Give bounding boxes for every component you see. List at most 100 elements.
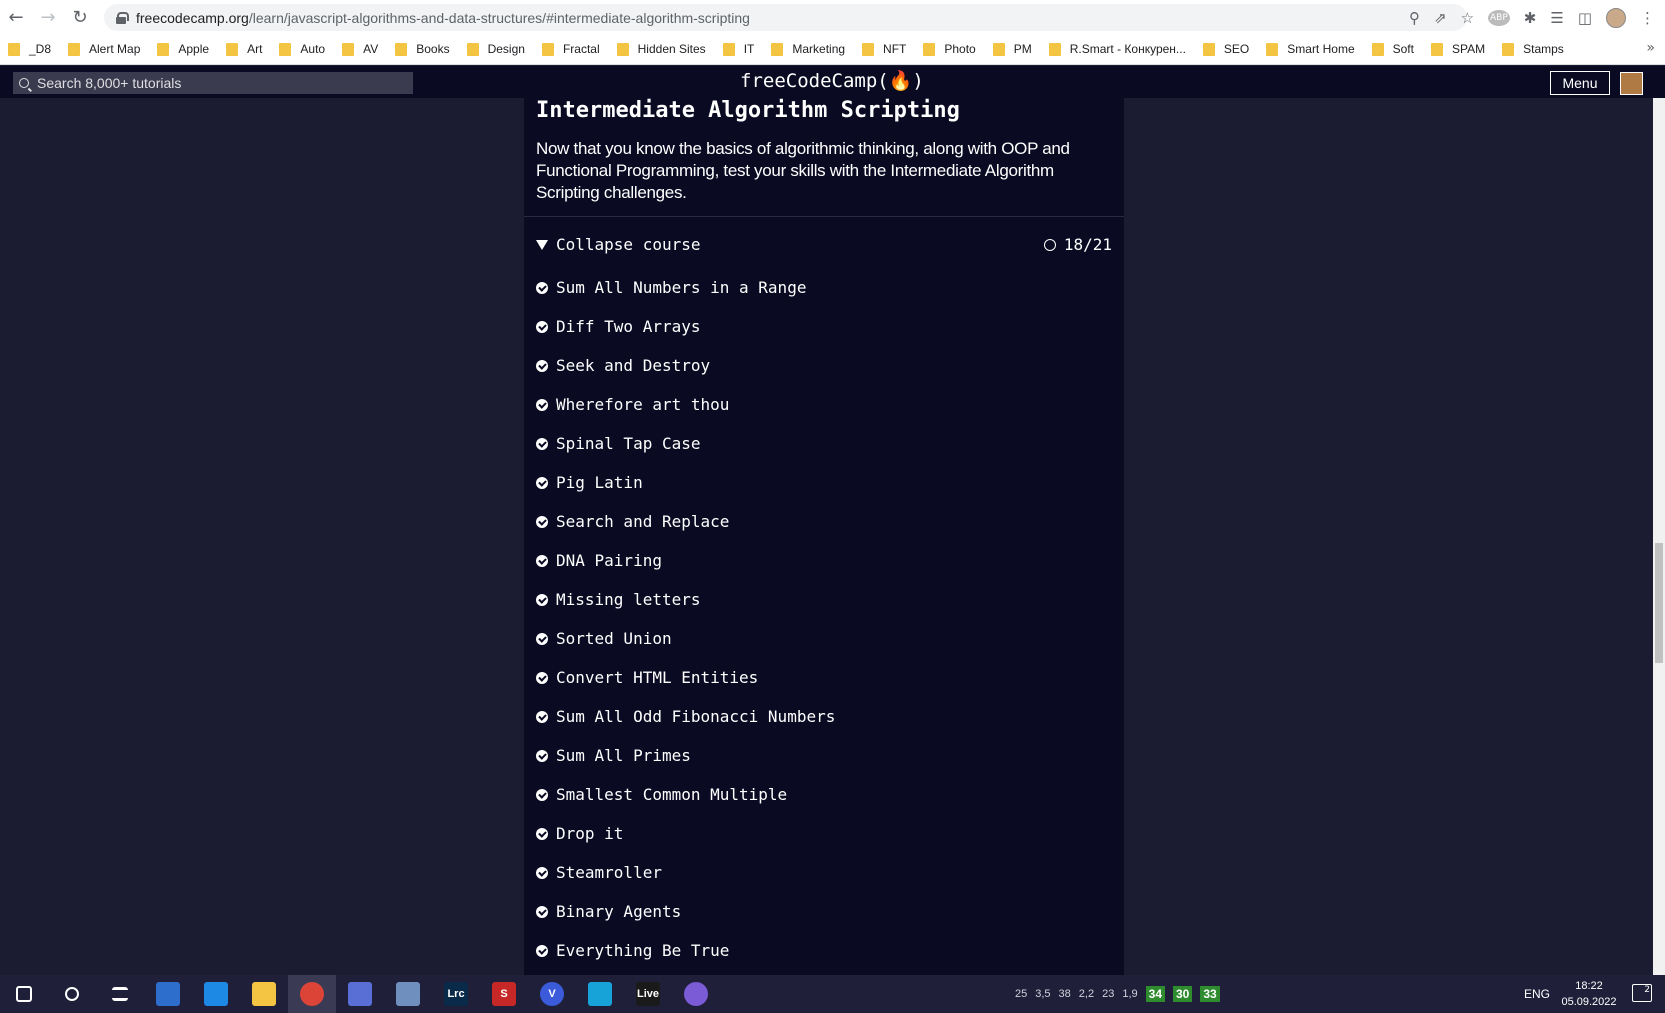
live-icon[interactable]: Live bbox=[624, 975, 672, 1013]
bookmark-item[interactable]: NFT bbox=[862, 42, 906, 56]
viber-icon[interactable] bbox=[672, 975, 720, 1013]
share-icon[interactable]: ⇗ bbox=[1434, 9, 1447, 27]
task-view-icon[interactable] bbox=[96, 975, 144, 1013]
folder-icon bbox=[1266, 42, 1279, 56]
reading-list-icon[interactable]: ☰ bbox=[1550, 9, 1563, 27]
bookmark-item[interactable]: SPAM bbox=[1430, 42, 1485, 56]
bookmark-item[interactable]: Design bbox=[466, 42, 525, 56]
file-explorer-icon[interactable] bbox=[240, 975, 288, 1013]
bookmark-item[interactable]: Marketing bbox=[771, 42, 845, 56]
progress-ring-icon bbox=[1043, 238, 1056, 251]
lesson-item[interactable]: Missing letters bbox=[536, 580, 1116, 619]
lesson-item[interactable]: Spinal Tap Case bbox=[536, 424, 1116, 463]
s-app-icon[interactable]: S bbox=[480, 975, 528, 1013]
language-indicator[interactable]: ENG bbox=[1524, 987, 1550, 1001]
fcc-logo[interactable]: freeCodeCamp(🔥) bbox=[740, 69, 924, 92]
tray-monitor-badge[interactable]: 34 bbox=[1145, 986, 1165, 1002]
folder-icon bbox=[68, 42, 81, 56]
url-field[interactable]: freecodecamp.org/learn/javascript-algori… bbox=[104, 4, 1467, 31]
folder-icon bbox=[923, 42, 936, 56]
lesson-item[interactable]: DNA Pairing bbox=[536, 541, 1116, 580]
bookmark-item[interactable]: Books bbox=[395, 42, 450, 56]
browser-menu-icon[interactable]: ⋮ bbox=[1640, 9, 1655, 27]
windows-start-icon[interactable] bbox=[0, 975, 48, 1013]
sourcetree-icon[interactable] bbox=[144, 975, 192, 1013]
search-icon[interactable] bbox=[48, 975, 96, 1013]
tray-monitor-badge[interactable]: 33 bbox=[1200, 986, 1220, 1002]
computer-icon[interactable] bbox=[384, 975, 432, 1013]
bookmark-item[interactable]: Smart Home bbox=[1266, 42, 1355, 56]
browser-address-bar: ← → ↻ freecodecamp.org/learn/javascript-… bbox=[0, 0, 1665, 34]
chrome-icon[interactable] bbox=[288, 975, 336, 1013]
lesson-item[interactable]: Seek and Destroy bbox=[536, 346, 1116, 385]
caret-down-icon bbox=[536, 239, 548, 250]
lesson-title: Sorted Union bbox=[556, 629, 672, 648]
adblock-icon[interactable]: ABP bbox=[1488, 9, 1510, 26]
bookmark-item[interactable]: SEO bbox=[1202, 42, 1249, 56]
bookmark-item[interactable]: _D8 bbox=[8, 42, 51, 56]
profile-avatar[interactable] bbox=[1606, 7, 1626, 28]
user-avatar[interactable] bbox=[1620, 72, 1643, 95]
star-icon[interactable]: ☆ bbox=[1461, 9, 1474, 27]
side-panel-icon[interactable]: ◫ bbox=[1578, 9, 1592, 27]
save-disk-icon[interactable] bbox=[336, 975, 384, 1013]
lesson-list: Sum All Numbers in a Range Diff Two Array… bbox=[536, 268, 1116, 970]
bookmark-item[interactable]: PM bbox=[992, 42, 1032, 56]
page-scrollbar[interactable] bbox=[1653, 98, 1665, 975]
scroll-thumb[interactable] bbox=[1655, 543, 1663, 663]
search-icon bbox=[19, 78, 29, 88]
kodi-icon[interactable] bbox=[576, 975, 624, 1013]
lesson-item[interactable]: Sum All Primes bbox=[536, 736, 1116, 775]
search-input[interactable] bbox=[37, 75, 397, 91]
task-view-icon-glyph bbox=[112, 987, 128, 1001]
bookmark-item[interactable]: Photo bbox=[923, 42, 976, 56]
bookmark-item[interactable]: Auto bbox=[279, 42, 325, 56]
lesson-title: Wherefore art thou bbox=[556, 395, 730, 414]
lesson-item[interactable]: Sum All Numbers in a Range bbox=[536, 268, 1116, 307]
more-bookmarks-icon[interactable]: » bbox=[1646, 40, 1655, 56]
bookmark-item[interactable]: AV bbox=[342, 42, 378, 56]
vscode-icon[interactable] bbox=[192, 975, 240, 1013]
check-circle-icon bbox=[536, 515, 548, 528]
lesson-item[interactable]: Sum All Odd Fibonacci Numbers bbox=[536, 697, 1116, 736]
lesson-item[interactable]: Everything Be True bbox=[536, 931, 1116, 970]
check-circle-icon bbox=[536, 437, 548, 450]
lesson-item[interactable]: Pig Latin bbox=[536, 463, 1116, 502]
lesson-item[interactable]: Convert HTML Entities bbox=[536, 658, 1116, 697]
bookmark-item[interactable]: Fractal bbox=[541, 42, 600, 56]
lesson-item[interactable]: Steamroller bbox=[536, 853, 1116, 892]
v-app-icon[interactable]: V bbox=[528, 975, 576, 1013]
bookmark-item[interactable]: Alert Map bbox=[68, 42, 140, 56]
bookmark-item[interactable]: IT bbox=[722, 42, 754, 56]
lesson-item[interactable]: Wherefore art thou bbox=[536, 385, 1116, 424]
bookmark-item[interactable]: Apple bbox=[157, 42, 209, 56]
lesson-item[interactable]: Binary Agents bbox=[536, 892, 1116, 931]
search-box[interactable] bbox=[13, 72, 413, 94]
tray-monitor-badge[interactable]: 30 bbox=[1173, 986, 1193, 1002]
lightroom-icon[interactable]: Lrc bbox=[432, 975, 480, 1013]
bookmark-item[interactable]: Hidden Sites bbox=[616, 42, 706, 56]
back-icon[interactable]: ← bbox=[0, 0, 32, 34]
zoom-icon[interactable]: ⚲ bbox=[1409, 9, 1420, 27]
collapse-course-button[interactable]: Collapse course bbox=[536, 235, 701, 254]
tray-value: 25 bbox=[1015, 988, 1028, 1000]
check-circle-icon bbox=[536, 554, 548, 567]
clock[interactable]: 18:22 05.09.2022 bbox=[1554, 978, 1624, 1010]
section-description: Now that you know the basics of algorith… bbox=[536, 139, 1070, 202]
forward-icon[interactable]: → bbox=[32, 0, 64, 34]
extensions-icon[interactable]: ✱ bbox=[1524, 9, 1537, 27]
bookmark-item[interactable]: R.Smart - Конкурен... bbox=[1048, 42, 1186, 56]
bookmark-item[interactable]: Art bbox=[226, 42, 262, 56]
lesson-item[interactable]: Smallest Common Multiple bbox=[536, 775, 1116, 814]
lesson-item[interactable]: Diff Two Arrays bbox=[536, 307, 1116, 346]
notification-center-icon[interactable]: 2 bbox=[1632, 984, 1652, 1002]
menu-button[interactable]: Menu bbox=[1550, 71, 1610, 95]
folder-icon bbox=[1202, 42, 1215, 56]
bookmark-item[interactable]: Soft bbox=[1371, 42, 1414, 56]
check-circle-icon bbox=[536, 788, 548, 801]
bookmark-item[interactable]: Stamps bbox=[1502, 42, 1564, 56]
lesson-item[interactable]: Drop it bbox=[536, 814, 1116, 853]
reload-icon[interactable]: ↻ bbox=[64, 0, 96, 34]
lesson-item[interactable]: Search and Replace bbox=[536, 502, 1116, 541]
lesson-item[interactable]: Sorted Union bbox=[536, 619, 1116, 658]
